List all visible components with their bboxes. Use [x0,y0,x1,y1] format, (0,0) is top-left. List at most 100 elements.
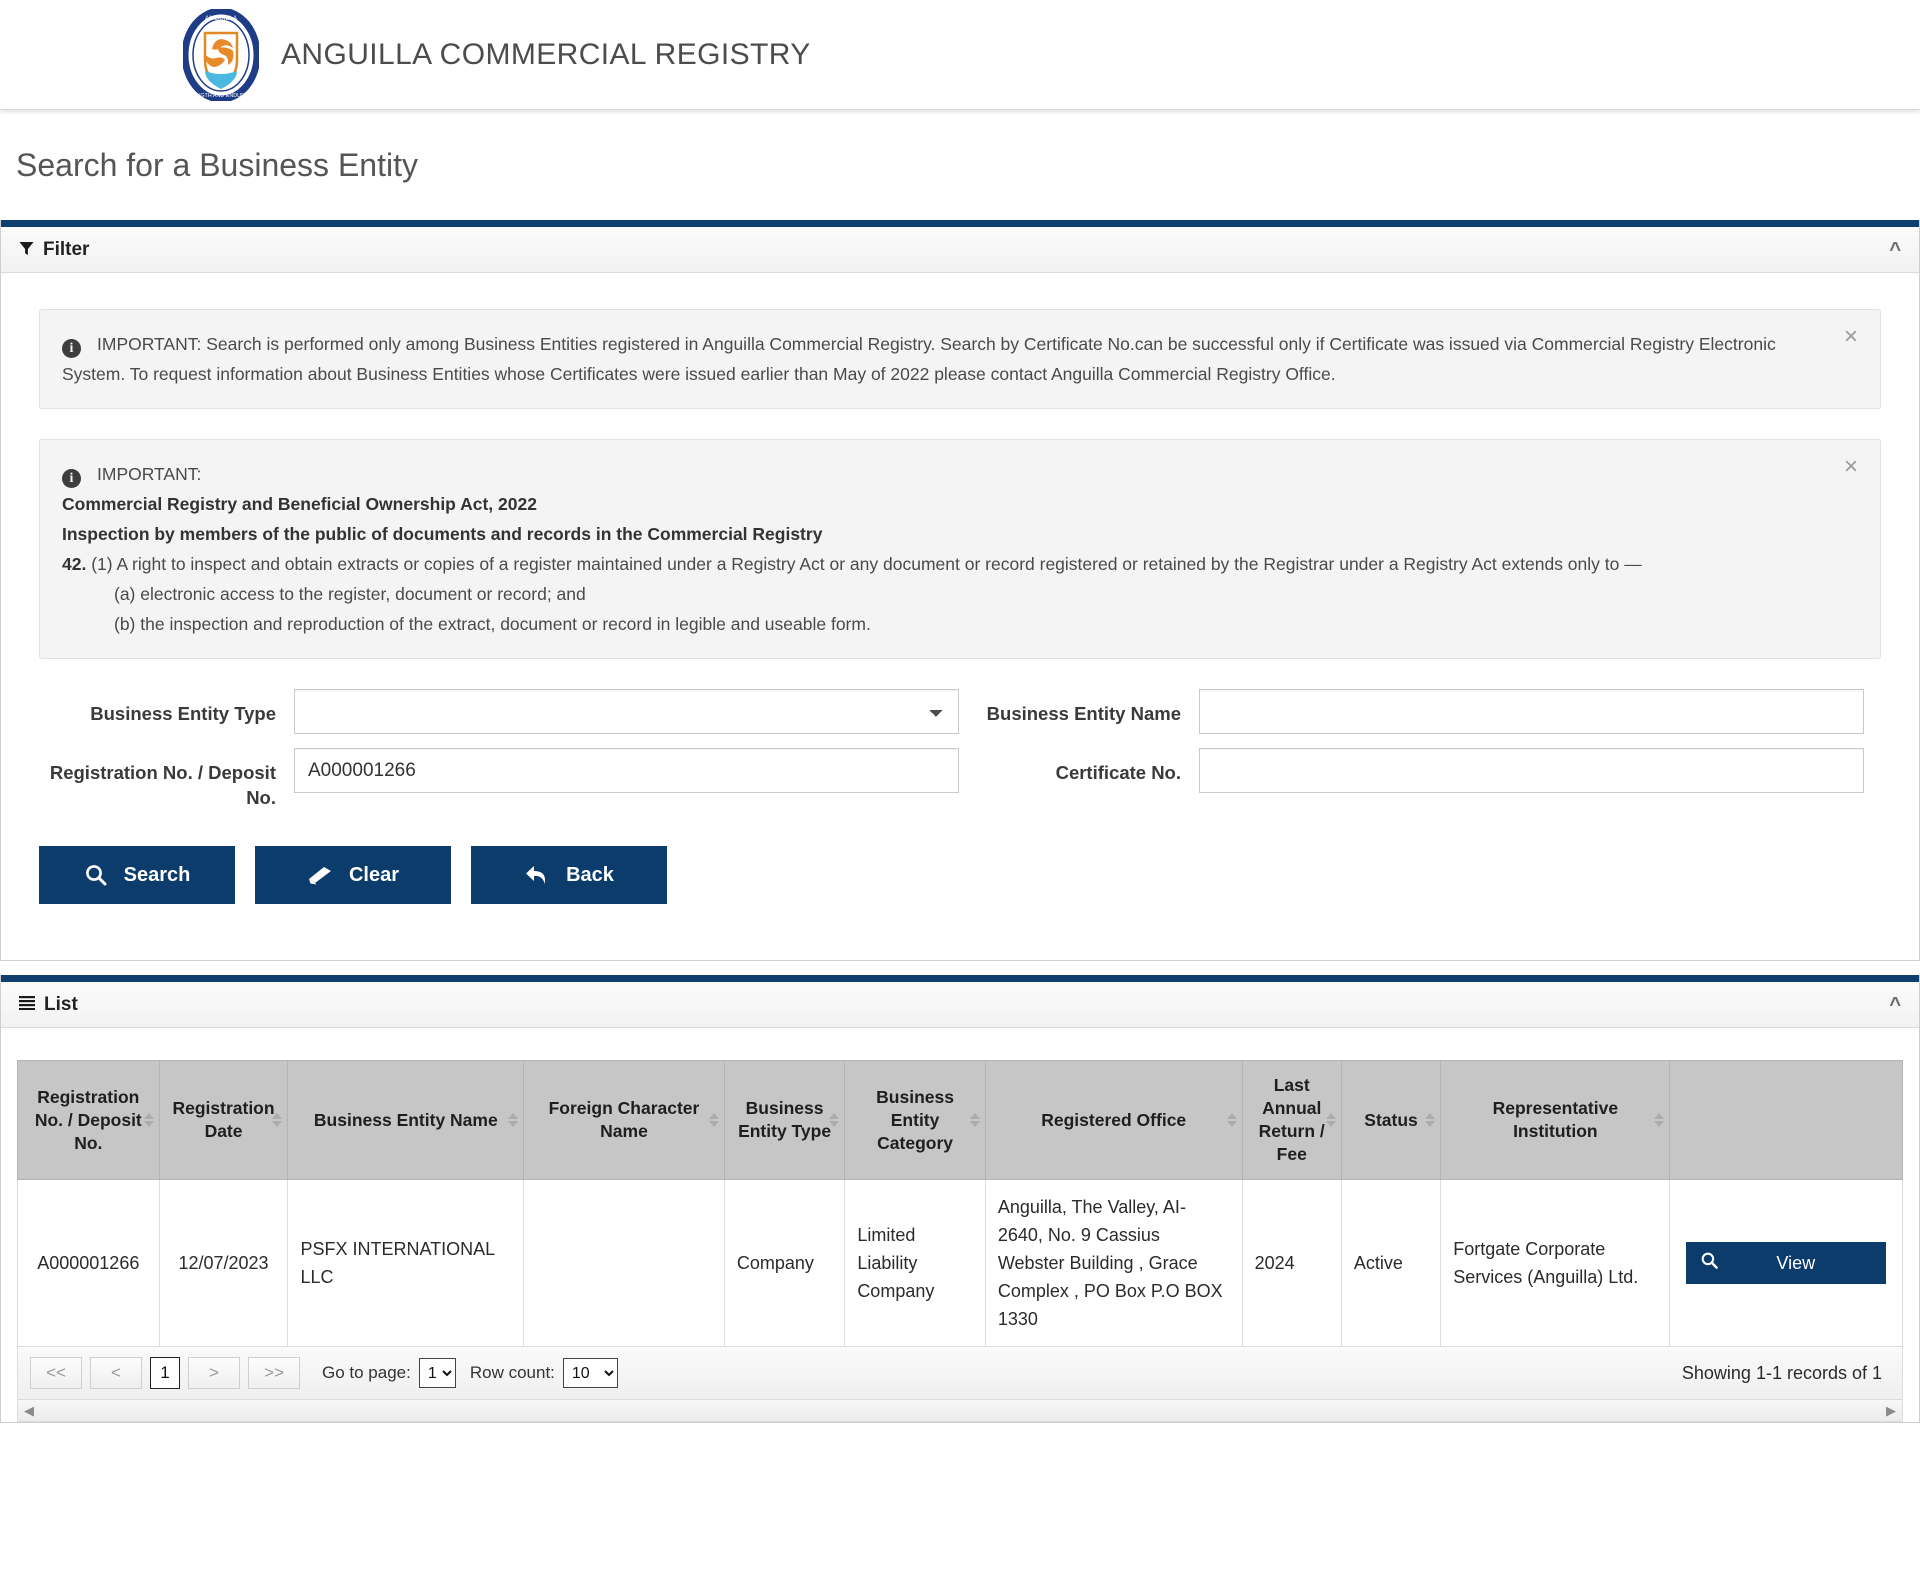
alert-legal-heading: IMPORTANT: [97,464,202,484]
col-entity-category[interactable]: Business Entity Category [844,1060,986,1180]
col-status-label: Status [1364,1109,1418,1130]
alert-legal-clause-body: (1) A right to inspect and obtain extrac… [91,554,1642,574]
col-status[interactable]: Status [1340,1060,1442,1180]
records-summary: Showing 1-1 records of 1 [1681,1362,1882,1383]
prev-page-button[interactable]: < [90,1357,142,1389]
back-button[interactable]: Back [471,846,667,904]
clear-button[interactable]: Clear [255,846,451,904]
list-icon [19,996,35,1013]
cell-entity-type: Company [723,1179,846,1347]
list-panel-title: List [44,993,78,1015]
col-entity-type[interactable]: Business Entity Type [723,1060,846,1180]
horizontal-scrollbar[interactable]: ◀ ▶ [17,1400,1903,1422]
alert-legal-sub-a: (a) electronic access to the register, d… [114,584,586,604]
col-last-annual-return[interactable]: Last Annual Return / Fee [1241,1060,1342,1180]
sort-icon[interactable] [1425,1113,1436,1127]
business-entity-name-label: Business Entity Name [986,703,1181,724]
close-icon[interactable]: × [1838,454,1864,480]
filter-panel: Filter ^ × i IMPORTANT: Search is perform… [0,220,1920,961]
list-panel: List ^ Registration No. / Deposit No. Re… [0,975,1920,1423]
row-count-label: Row count: [469,1363,555,1382]
brand-title: ANGUILLA COMMERCIAL REGISTRY [281,37,811,71]
form-actions: Search Clear Back [39,846,1881,960]
search-form: Business Entity Type Company Partnership… [39,689,1881,810]
business-entity-name-input[interactable] [1199,689,1864,734]
view-button[interactable]: View [1686,1242,1886,1284]
col-registration-no[interactable]: Registration No. / Deposit No. [17,1060,160,1180]
certificate-no-label: Certificate No. [1055,762,1181,783]
magnifier-icon [1700,1251,1719,1275]
certificate-no-input[interactable] [1199,748,1864,793]
sort-icon[interactable] [708,1113,719,1127]
sort-icon[interactable] [1226,1113,1237,1127]
sort-icon[interactable] [1654,1113,1665,1127]
scroll-left-arrow-icon[interactable]: ◀ [24,1403,34,1419]
info-icon: i [62,339,81,358]
business-entity-type-select[interactable]: Company Partnership Foundation Trust [294,689,959,734]
sort-icon[interactable] [508,1113,519,1127]
search-button[interactable]: Search [39,846,235,904]
cell-registered-office: Anguilla, The Valley, AI-2640, No. 9 Cas… [984,1179,1243,1347]
goto-page-select[interactable]: 1 [418,1358,456,1388]
logo-bottom-text: STRENGTH AND ENDURANCE [183,93,259,99]
sort-icon[interactable] [829,1113,840,1127]
goto-page-label: Go to page: [322,1363,411,1382]
magnifier-icon [84,863,108,887]
site-header: ANGUILLA STRENGTH AND ENDURANCE ANGUILLA… [0,0,1920,110]
scroll-right-arrow-icon[interactable]: ▶ [1886,1403,1896,1419]
alert-search-scope-text: IMPORTANT: Search is performed only amon… [62,334,1776,384]
col-last-annual-return-label: Last Annual Return / Fee [1258,1075,1325,1164]
close-icon[interactable]: × [1838,324,1864,350]
sort-icon[interactable] [1325,1113,1336,1127]
sort-icon[interactable] [143,1113,154,1127]
col-representative-institution[interactable]: Representative Institution [1440,1060,1671,1180]
page-title-area: Search for a Business Entity [0,110,1920,220]
results-table-wrapper: Registration No. / Deposit No. Registrat… [17,1060,1903,1422]
filter-panel-accent-line [1,220,1919,227]
col-entity-name[interactable]: Business Entity Name [287,1060,525,1180]
logo-top-text: ANGUILLA [205,15,238,22]
col-entity-category-label: Business Entity Category [876,1086,954,1153]
cell-status: Active [1340,1179,1442,1347]
filter-panel-header[interactable]: Filter ^ [1,227,1919,273]
back-button-label: Back [566,863,614,886]
col-foreign-character-name-label: Foreign Character Name [548,1098,700,1141]
filter-panel-title: Filter [43,238,90,260]
anguilla-coat-of-arms-logo: ANGUILLA STRENGTH AND ENDURANCE [181,7,261,102]
cell-entity-name: PSFX INTERNATIONAL LLC [287,1179,525,1347]
alert-legal-act: Commercial Registry and Beneficial Owner… [62,494,537,514]
cell-actions: View [1669,1179,1903,1347]
col-registration-no-label: Registration No. / Deposit No. [34,1086,142,1153]
business-entity-type-label: Business Entity Type [90,703,276,724]
alert-legal-notice: × i IMPORTANT: Commercial Registry and Be… [39,439,1881,659]
table-row[interactable]: A000001266 12/07/2023 PSFX INTERNATIONAL… [17,1179,1903,1347]
cell-registration-no: A000001266 [17,1179,160,1347]
last-page-button[interactable]: >> [248,1357,300,1389]
col-foreign-character-name[interactable]: Foreign Character Name [523,1060,725,1180]
cell-entity-category: Limited Liability Company [844,1179,986,1347]
row-count-select[interactable]: 102550100 [562,1358,618,1388]
chevron-up-icon[interactable]: ^ [1889,240,1901,260]
info-icon: i [62,469,81,488]
filter-icon [19,241,34,259]
col-registration-date-label: Registration Date [172,1098,275,1141]
col-registered-office[interactable]: Registered Office [984,1060,1243,1180]
current-page-indicator: 1 [150,1357,180,1389]
col-entity-name-label: Business Entity Name [313,1109,498,1130]
first-page-button[interactable]: << [30,1357,82,1389]
cell-foreign-character-name [523,1179,725,1347]
alert-search-scope: × i IMPORTANT: Search is performed only a… [39,309,1881,409]
col-registration-date[interactable]: Registration Date [158,1060,289,1180]
next-page-button[interactable]: > [188,1357,240,1389]
sort-icon[interactable] [272,1113,283,1127]
col-registered-office-label: Registered Office [1041,1109,1187,1130]
chevron-up-icon[interactable]: ^ [1889,995,1901,1015]
pagination-bar: << < 1 > >> Go to page: 1 Row count: 102… [17,1347,1903,1400]
list-panel-header[interactable]: List ^ [1,982,1919,1028]
sort-icon[interactable] [969,1113,980,1127]
filter-panel-body: × i IMPORTANT: Search is performed only a… [1,309,1919,960]
alert-legal-section: Inspection by members of the public of d… [62,524,823,544]
registration-no-input[interactable] [294,748,959,793]
alert-legal-sub-b: (b) the inspection and reproduction of t… [114,614,871,634]
results-table: Registration No. / Deposit No. Registrat… [17,1060,1903,1347]
